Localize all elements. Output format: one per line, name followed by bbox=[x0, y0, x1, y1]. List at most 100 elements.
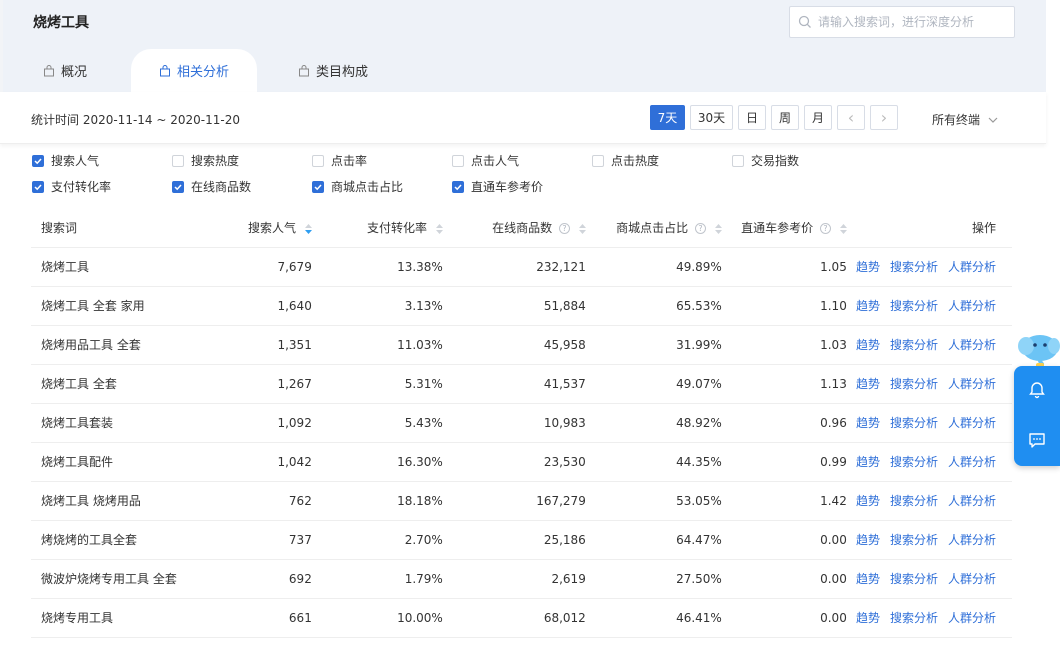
crowd-analysis-link[interactable]: 人群分析 bbox=[948, 494, 996, 508]
help-icon[interactable]: ? bbox=[559, 223, 570, 235]
search-input[interactable] bbox=[818, 15, 1014, 29]
metric-checkbox-search-popularity[interactable]: 搜索人气 bbox=[32, 152, 99, 169]
sort-icon bbox=[839, 223, 847, 234]
crowd-analysis-link[interactable]: 人群分析 bbox=[948, 299, 996, 313]
crowd-analysis-link[interactable]: 人群分析 bbox=[948, 611, 996, 625]
table-row: 烤烧烤的工具全套 737 2.70% 25,186 64.47% 0.00 趋势 搜索分析 人群… bbox=[31, 520, 1012, 560]
metric-label: 搜索人气 bbox=[51, 154, 100, 168]
trend-link[interactable]: 趋势 bbox=[856, 494, 880, 508]
search-analysis-link[interactable]: 搜索分析 bbox=[890, 533, 938, 547]
trend-link[interactable]: 趋势 bbox=[856, 572, 880, 586]
prev-period-button[interactable]: ‹ bbox=[837, 105, 865, 130]
chevron-down-icon bbox=[988, 117, 998, 123]
value-cell: 0.00 bbox=[721, 598, 847, 638]
crowd-analysis-link[interactable]: 人群分析 bbox=[948, 455, 996, 469]
crowd-analysis-link[interactable]: 人群分析 bbox=[948, 533, 996, 547]
terminal-select-value: 所有终端 bbox=[932, 113, 981, 127]
metric-checkbox-click-rate[interactable]: 点击率 bbox=[312, 152, 367, 169]
metric-checkbox-pay-conversion[interactable]: 支付转化率 bbox=[32, 178, 111, 195]
trend-link[interactable]: 趋势 bbox=[856, 611, 880, 625]
keyword-table: 搜索词 搜索人气 支付转化率 在线商品数 ? 商城点击占比 ? 直通车参考价 ?… bbox=[31, 209, 1012, 638]
value-cell: 2,619 bbox=[442, 559, 586, 599]
trend-link[interactable]: 趋势 bbox=[856, 455, 880, 469]
tab-category[interactable]: 类目构成 bbox=[298, 49, 368, 92]
range-month-button[interactable]: 月 bbox=[804, 105, 832, 130]
table-header-row: 搜索词 搜索人气 支付转化率 在线商品数 ? 商城点击占比 ? 直通车参考价 ?… bbox=[31, 209, 1012, 248]
metric-checkbox-click-heat[interactable]: 点击热度 bbox=[592, 152, 659, 169]
checkbox-unchecked-icon bbox=[452, 154, 464, 167]
range-week-button[interactable]: 周 bbox=[771, 105, 799, 130]
search-analysis-link[interactable]: 搜索分析 bbox=[890, 260, 938, 274]
metric-checkbox-mall-click-share[interactable]: 商城点击占比 bbox=[312, 178, 403, 195]
metric-label: 直通车参考价 bbox=[471, 180, 544, 194]
metric-checkbox-search-heat[interactable]: 搜索热度 bbox=[172, 152, 239, 169]
page-title: 烧烤工具 bbox=[33, 15, 89, 31]
table-row: 烧烤工具套装 1,092 5.43% 10,983 48.92% 0.96 趋势 搜索分析 人群… bbox=[31, 403, 1012, 443]
col-pay-conversion[interactable]: 支付转化率 bbox=[311, 209, 443, 248]
tab-related-analysis[interactable]: 相关分析 bbox=[131, 49, 257, 92]
range-7d-button[interactable]: 7天 bbox=[650, 105, 685, 130]
actions-cell: 趋势 搜索分析 人群分析 bbox=[846, 520, 1012, 560]
terminal-select[interactable]: 所有终端 bbox=[932, 111, 998, 128]
crowd-analysis-link[interactable]: 人群分析 bbox=[948, 338, 996, 352]
value-cell: 1,351 bbox=[176, 325, 312, 365]
col-search-popularity[interactable]: 搜索人气 bbox=[176, 209, 312, 248]
col-mall-click-share[interactable]: 商城点击占比 ? bbox=[585, 209, 722, 248]
search-analysis-link[interactable]: 搜索分析 bbox=[890, 416, 938, 430]
keyword-cell: 烧烤用品工具 全套 bbox=[31, 325, 177, 365]
metric-checkbox-click-popularity[interactable]: 点击人气 bbox=[452, 152, 519, 169]
crowd-analysis-link[interactable]: 人群分析 bbox=[948, 377, 996, 391]
actions-cell: 趋势 搜索分析 人群分析 bbox=[846, 598, 1012, 638]
range-day-button[interactable]: 日 bbox=[738, 105, 766, 130]
trend-link[interactable]: 趋势 bbox=[856, 533, 880, 547]
value-cell: 1,640 bbox=[176, 286, 312, 326]
value-cell: 2.70% bbox=[311, 520, 443, 560]
actions-cell: 趋势 搜索分析 人群分析 bbox=[846, 442, 1012, 482]
value-cell: 661 bbox=[176, 598, 312, 638]
tab-related-analysis-label: 相关分析 bbox=[176, 65, 229, 80]
trend-link[interactable]: 趋势 bbox=[856, 299, 880, 313]
keyword-cell: 烧烤工具配件 bbox=[31, 442, 177, 482]
keyword-cell: 烧烤工具 全套 bbox=[31, 364, 177, 404]
keyword-cell: 烧烤专用工具 bbox=[31, 598, 177, 638]
elephant-mascot-icon[interactable] bbox=[1016, 330, 1060, 370]
sort-icon bbox=[714, 223, 722, 234]
chat-icon[interactable] bbox=[1027, 430, 1047, 450]
search-analysis-link[interactable]: 搜索分析 bbox=[890, 338, 938, 352]
search-analysis-link[interactable]: 搜索分析 bbox=[890, 455, 938, 469]
metric-label: 在线商品数 bbox=[191, 180, 252, 194]
trend-link[interactable]: 趋势 bbox=[856, 338, 880, 352]
value-cell: 49.07% bbox=[585, 364, 722, 404]
tab-overview-label: 概况 bbox=[61, 65, 88, 80]
crowd-analysis-link[interactable]: 人群分析 bbox=[948, 572, 996, 586]
search-analysis-link[interactable]: 搜索分析 bbox=[890, 611, 938, 625]
actions-cell: 趋势 搜索分析 人群分析 bbox=[846, 247, 1012, 287]
trend-link[interactable]: 趋势 bbox=[856, 416, 880, 430]
col-ztc-price[interactable]: 直通车参考价 ? bbox=[721, 209, 847, 248]
search-box[interactable] bbox=[789, 6, 1015, 38]
help-icon[interactable]: ? bbox=[820, 223, 831, 235]
crowd-analysis-link[interactable]: 人群分析 bbox=[948, 260, 996, 274]
metric-checkbox-ztc-price[interactable]: 直通车参考价 bbox=[452, 178, 543, 195]
trend-link[interactable]: 趋势 bbox=[856, 377, 880, 391]
metric-checkbox-online-items[interactable]: 在线商品数 bbox=[172, 178, 251, 195]
range-30d-button[interactable]: 30天 bbox=[690, 105, 733, 130]
crowd-analysis-link[interactable]: 人群分析 bbox=[948, 416, 996, 430]
tab-overview[interactable]: 概况 bbox=[43, 49, 87, 92]
bell-icon[interactable] bbox=[1027, 380, 1047, 400]
search-analysis-link[interactable]: 搜索分析 bbox=[890, 494, 938, 508]
metric-checkbox-trade-index[interactable]: 交易指数 bbox=[732, 152, 799, 169]
value-cell: 45,958 bbox=[442, 325, 586, 365]
actions-cell: 趋势 搜索分析 人群分析 bbox=[846, 286, 1012, 326]
next-period-button[interactable]: › bbox=[870, 105, 898, 130]
trend-link[interactable]: 趋势 bbox=[856, 260, 880, 274]
search-analysis-link[interactable]: 搜索分析 bbox=[890, 299, 938, 313]
metric-label: 点击人气 bbox=[471, 154, 520, 168]
actions-cell: 趋势 搜索分析 人群分析 bbox=[846, 364, 1012, 404]
help-icon[interactable]: ? bbox=[695, 223, 706, 235]
value-cell: 1,267 bbox=[176, 364, 312, 404]
col-online-items[interactable]: 在线商品数 ? bbox=[442, 209, 586, 248]
search-analysis-link[interactable]: 搜索分析 bbox=[890, 572, 938, 586]
search-analysis-link[interactable]: 搜索分析 bbox=[890, 377, 938, 391]
checkbox-unchecked-icon bbox=[732, 154, 744, 167]
